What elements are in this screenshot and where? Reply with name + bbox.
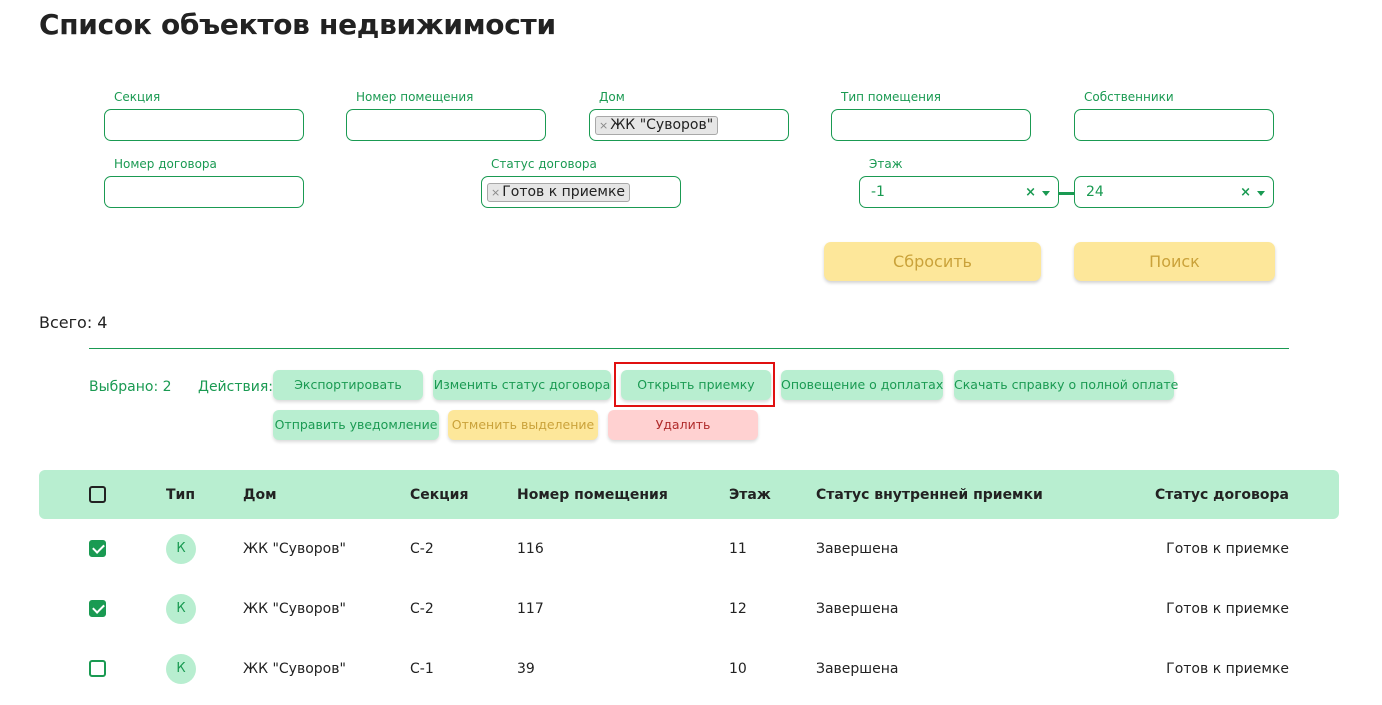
cell-floor: 12 — [729, 601, 747, 617]
cell-floor: 10 — [729, 661, 747, 677]
row-checkbox[interactable] — [89, 600, 106, 617]
payment-notification-button[interactable]: Оповещение о доплатах — [781, 370, 943, 400]
export-button[interactable]: Экспортировать — [273, 370, 423, 400]
cell-room-number: 116 — [517, 541, 544, 557]
cancel-selection-button[interactable]: Отменить выделение — [448, 410, 598, 440]
column-header-acceptance-status[interactable]: Статус внутренней приемки — [816, 487, 1043, 503]
section-filter-label: Секция — [114, 90, 161, 104]
divider — [89, 348, 1289, 349]
contract-number-input[interactable] — [104, 176, 304, 208]
chevron-down-icon[interactable] — [1257, 191, 1265, 196]
cell-section: С-2 — [410, 601, 434, 617]
floor-from-select[interactable]: -1 × — [859, 176, 1059, 208]
contract-status-tag-label: Готов к приемке — [502, 184, 626, 200]
house-tag: × ЖК "Суворов" — [595, 116, 719, 135]
room-number-filter-label: Номер помещения — [356, 90, 474, 104]
chevron-down-icon[interactable] — [1042, 191, 1050, 196]
row-checkbox[interactable] — [89, 660, 106, 677]
cell-contract-status: Готов к приемке — [1166, 601, 1289, 617]
page-title: Список объектов недвижимости — [39, 8, 556, 41]
contract-status-filter-label: Статус договора — [491, 157, 597, 171]
house-filter-label: Дом — [599, 90, 625, 104]
change-contract-status-button[interactable]: Изменить статус договора — [433, 370, 611, 400]
column-header-contract-status[interactable]: Статус договора — [1089, 487, 1289, 503]
clear-icon[interactable]: × — [1240, 185, 1251, 200]
download-certificate-button[interactable]: Скачать справку о полной оплате — [954, 370, 1178, 400]
section-input[interactable] — [104, 109, 304, 141]
floor-to-select[interactable]: 24 × — [1074, 176, 1274, 208]
cell-house: ЖК "Суворов" — [243, 661, 346, 677]
reset-button[interactable]: Сбросить — [824, 242, 1041, 281]
cell-house: ЖК "Суворов" — [243, 601, 346, 617]
cell-contract-status: Готов к приемке — [1166, 661, 1289, 677]
cell-house: ЖК "Суворов" — [243, 541, 346, 557]
floor-to-value: 24 — [1086, 184, 1104, 200]
type-avatar: К — [166, 594, 196, 624]
contract-number-filter-label: Номер договора — [114, 157, 217, 171]
clear-icon[interactable]: × — [1025, 185, 1036, 200]
row-checkbox[interactable] — [89, 540, 106, 557]
type-avatar: К — [166, 654, 196, 684]
tag-remove-icon[interactable]: × — [491, 184, 500, 201]
cell-floor: 11 — [729, 541, 747, 557]
owners-filter-label: Собственники — [1084, 90, 1174, 104]
highlight-box — [614, 362, 775, 407]
cell-acceptance-status: Завершена — [816, 541, 899, 557]
cell-section: С-2 — [410, 541, 434, 557]
floor-filter-label: Этаж — [869, 157, 903, 171]
cell-section: С-1 — [410, 661, 434, 677]
column-header-floor[interactable]: Этаж — [729, 487, 771, 503]
column-header-section[interactable]: Секция — [410, 487, 468, 503]
send-notification-button[interactable]: Отправить уведомление — [273, 410, 439, 440]
contract-status-tag: × Готов к приемке — [487, 183, 631, 202]
room-number-input[interactable] — [346, 109, 546, 141]
room-type-input[interactable] — [831, 109, 1031, 141]
total-count: Всего: 4 — [39, 313, 108, 332]
house-multiselect[interactable]: × ЖК "Суворов" — [589, 109, 789, 141]
select-all-checkbox[interactable] — [89, 486, 106, 503]
column-header-type[interactable]: Тип — [166, 487, 195, 503]
contract-status-multiselect[interactable]: × Готов к приемке — [481, 176, 681, 208]
selected-count: Выбрано: 2 — [89, 379, 172, 395]
cell-room-number: 117 — [517, 601, 544, 617]
range-separator — [1058, 192, 1074, 195]
cell-acceptance-status: Завершена — [816, 661, 899, 677]
floor-from-value: -1 — [871, 184, 885, 200]
cell-contract-status: Готов к приемке — [1166, 541, 1289, 557]
column-header-house[interactable]: Дом — [243, 487, 277, 503]
cell-room-number: 39 — [517, 661, 535, 677]
cell-acceptance-status: Завершена — [816, 601, 899, 617]
house-tag-label: ЖК "Суворов" — [610, 117, 714, 133]
actions-label: Действия: — [198, 379, 273, 395]
tag-remove-icon[interactable]: × — [599, 117, 608, 134]
delete-button[interactable]: Удалить — [608, 410, 758, 440]
room-type-filter-label: Тип помещения — [841, 90, 941, 104]
search-button[interactable]: Поиск — [1074, 242, 1275, 281]
type-avatar: К — [166, 534, 196, 564]
column-header-room-number[interactable]: Номер помещения — [517, 487, 668, 503]
owners-input[interactable] — [1074, 109, 1274, 141]
